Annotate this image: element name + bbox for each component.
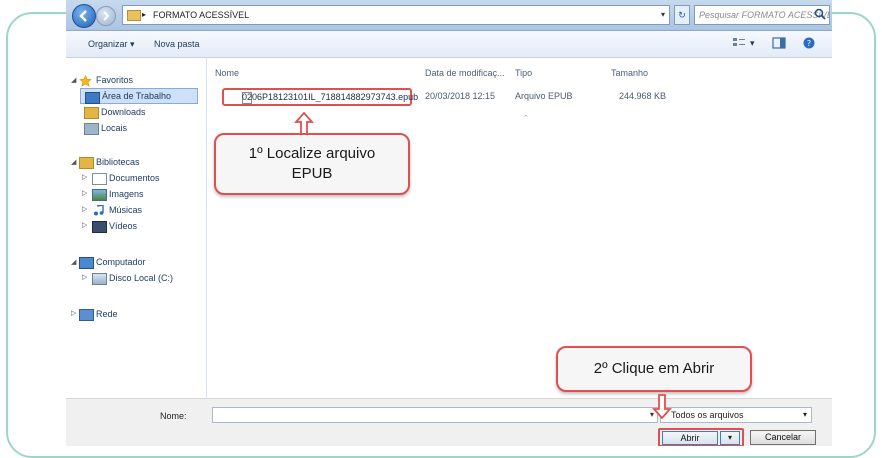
sidebar-item-desktop[interactable]: Área de Trabalho	[80, 88, 198, 104]
navigation-pane: ◢ Favoritos Área de Trabalho Downloads L…	[66, 58, 207, 398]
chevron-down-icon: ▾	[802, 410, 807, 419]
expand-arrow-icon[interactable]: ▷	[71, 306, 76, 322]
refresh-button[interactable]: ↻	[674, 5, 690, 25]
help-icon[interactable]: ?	[802, 37, 816, 49]
address-bar-area: ▸ FORMATO ACESSÍVEL ▾ ↻ Pesquisar FORMAT…	[66, 0, 832, 31]
column-header-type[interactable]: Tipo	[515, 68, 532, 78]
sidebar-item-label: Bibliotecas	[96, 157, 140, 167]
expand-arrow-icon[interactable]: ▷	[82, 170, 87, 186]
search-placeholder: Pesquisar FORMATO ACESSÍVEL	[699, 10, 830, 20]
sidebar-item-music[interactable]: ▷ Músicas	[80, 202, 198, 218]
view-options-icon[interactable]	[732, 37, 746, 49]
back-button[interactable]	[72, 4, 96, 28]
sidebar-item-downloads[interactable]: Downloads	[80, 104, 198, 120]
open-button[interactable]: Abrir	[662, 431, 718, 445]
folder-icon	[127, 10, 141, 21]
recent-places-icon	[84, 123, 99, 135]
expand-arrow-icon[interactable]: ▷	[82, 202, 87, 218]
callout-step2: 2º Clique em Abrir	[556, 346, 752, 392]
sidebar-item-label: Favoritos	[96, 75, 134, 85]
star-icon	[79, 74, 92, 87]
downloads-folder-icon	[84, 107, 99, 119]
organize-menu[interactable]: Organizar ▾	[88, 39, 135, 50]
expand-arrow-icon[interactable]: ▷	[82, 218, 87, 234]
file-modified: 20/03/2018 12:15	[425, 91, 496, 101]
arrow-right-icon	[103, 11, 110, 21]
address-path: FORMATO ACESSÍVEL	[153, 10, 250, 20]
file-name: 0206P18123101IL_718814882973743.epub	[242, 92, 419, 102]
cancel-button[interactable]: Cancelar	[750, 430, 816, 445]
sidebar-item-label: Músicas	[109, 205, 143, 215]
arrow-left-icon	[79, 10, 87, 22]
file-type-select[interactable]: Todos os arquivos ▾	[660, 407, 812, 423]
sidebar-item-label: Área de Trabalho	[102, 91, 172, 101]
collapse-arrow-icon[interactable]: ◢	[71, 155, 76, 171]
sidebar-item-videos[interactable]: ▷ Vídeos	[80, 218, 198, 234]
videos-icon	[92, 221, 107, 233]
file-type-value: Todos os arquivos	[671, 410, 744, 420]
expand-arrow-icon[interactable]: ▷	[82, 270, 87, 286]
images-icon	[92, 189, 107, 201]
collapse-arrow-icon[interactable]: ◢	[71, 255, 76, 271]
preview-pane-icon[interactable]	[772, 37, 786, 49]
expand-arrow-icon[interactable]: ▷	[82, 186, 87, 202]
column-header-name[interactable]: Nome	[215, 68, 239, 78]
computer-icon	[79, 257, 94, 269]
column-header-size[interactable]: Tamanho	[611, 68, 648, 78]
sidebar-item-label: Documentos	[109, 173, 160, 183]
disk-drive-icon	[92, 273, 107, 285]
dialog-footer: Nome: ▾ Todos os arquivos ▾ Abrir ▾ Canc…	[66, 398, 832, 446]
collapse-arrow-icon[interactable]: ◢	[71, 73, 76, 89]
documents-icon	[92, 173, 107, 185]
sidebar-item-computer[interactable]: ◢ Computador	[66, 254, 196, 270]
sidebar-item-label: Locais	[101, 123, 128, 133]
sidebar-item-images[interactable]: ▷ Imagens	[80, 186, 198, 202]
callout-step1: 1º Localize arquivo EPUB	[214, 133, 410, 195]
address-bar[interactable]: ▸ FORMATO ACESSÍVEL ▾	[122, 5, 670, 25]
chevron-right-icon: ▸	[142, 10, 147, 19]
forward-button[interactable]	[96, 6, 116, 26]
svg-text:?: ?	[807, 39, 811, 48]
new-folder-button[interactable]: Nova pasta	[154, 39, 200, 49]
sidebar-item-label: Disco Local (C:)	[109, 273, 174, 283]
sidebar-item-network[interactable]: ▷ Rede	[66, 306, 196, 322]
arrow-down-annotation-icon	[652, 394, 672, 419]
open-options-dropdown[interactable]: ▾	[720, 431, 740, 445]
network-icon	[79, 309, 94, 321]
callout-step1-text: 1º Localize arquivo EPUB	[248, 145, 376, 182]
sidebar-item-locais[interactable]: Locais	[80, 120, 198, 136]
search-icon[interactable]	[814, 8, 826, 20]
sidebar-item-label: Rede	[96, 309, 118, 319]
file-size: 244.968 KB	[619, 91, 667, 101]
column-header-modified[interactable]: Data de modificaç...	[425, 68, 505, 78]
file-name-label: Nome:	[160, 411, 187, 421]
sidebar-item-label: Vídeos	[109, 221, 138, 231]
sidebar-item-local-disk[interactable]: ▷ Disco Local (C:)	[80, 270, 198, 286]
sidebar-item-label: Computador	[96, 257, 146, 267]
chevron-down-icon[interactable]: ▾	[750, 38, 755, 49]
epub-file-highlight[interactable]: 0206P18123101IL_718814882973743.epub	[222, 88, 418, 106]
sidebar-item-libraries[interactable]: ◢ Bibliotecas	[66, 154, 196, 170]
sidebar-item-label: Imagens	[109, 189, 144, 199]
desktop-icon	[85, 92, 100, 104]
sidebar-item-documents[interactable]: ▷ Documentos	[80, 170, 198, 186]
libraries-icon	[79, 157, 94, 169]
callout-step2-text: 2º Clique em Abrir	[593, 360, 715, 377]
music-icon	[93, 204, 106, 216]
file-name-input[interactable]: ▾	[212, 407, 658, 423]
open-button-highlight: Abrir ▾	[658, 428, 744, 446]
file-type: Arquivo EPUB	[515, 91, 573, 101]
search-input[interactable]: Pesquisar FORMATO ACESSÍVEL	[694, 5, 830, 25]
sidebar-item-favorites[interactable]: ◢ Favoritos	[66, 72, 196, 88]
command-toolbar: Organizar ▾ Nova pasta ▾ ?	[66, 31, 832, 58]
sidebar-item-label: Downloads	[101, 107, 146, 117]
chevron-down-icon[interactable]: ▾	[661, 6, 665, 24]
sort-indicator-icon: ⌃	[523, 115, 529, 122]
file-row[interactable]: 0206P18123101IL_718814882973743.epub 20/…	[215, 88, 815, 106]
